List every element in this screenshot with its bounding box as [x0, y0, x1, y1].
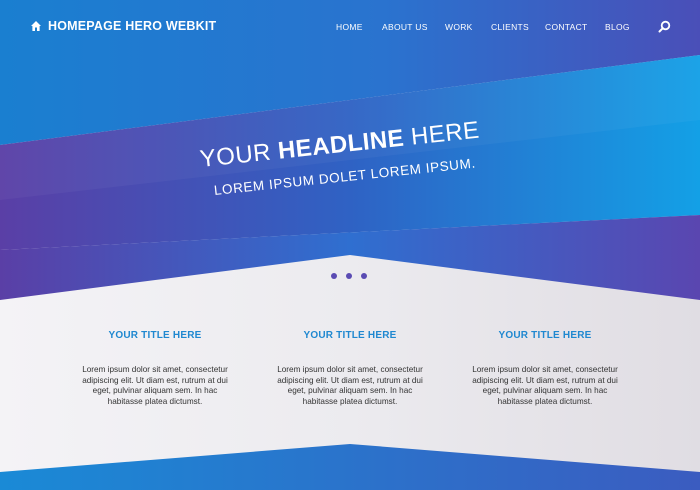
feature-title: YOUR TITLE HERE [303, 330, 397, 341]
feature-column-1: YOUR TITLE HERE Lorem ipsum dolor sit am… [75, 330, 235, 407]
hero-section: YOUR HEADLINE HERE LOREM IPSUM DOLET LOR… [0, 0, 700, 300]
feature-title: YOUR TITLE HERE [108, 330, 202, 341]
feature-body: Lorem ipsum dolor sit amet, consectetur … [82, 365, 228, 406]
slider-dots [331, 273, 367, 279]
feature-column-3: YOUR TITLE HERE Lorem ipsum dolor sit am… [465, 330, 625, 407]
slider-dot-1[interactable] [331, 273, 337, 279]
slider-dot-2[interactable] [346, 273, 352, 279]
feature-title: YOUR TITLE HERE [498, 330, 592, 341]
feature-body: Lorem ipsum dolor sit amet, consectetur … [472, 365, 618, 406]
feature-body: Lorem ipsum dolor sit amet, consectetur … [277, 365, 423, 406]
feature-column-2: YOUR TITLE HERE Lorem ipsum dolor sit am… [270, 330, 430, 407]
slider-dot-3[interactable] [361, 273, 367, 279]
